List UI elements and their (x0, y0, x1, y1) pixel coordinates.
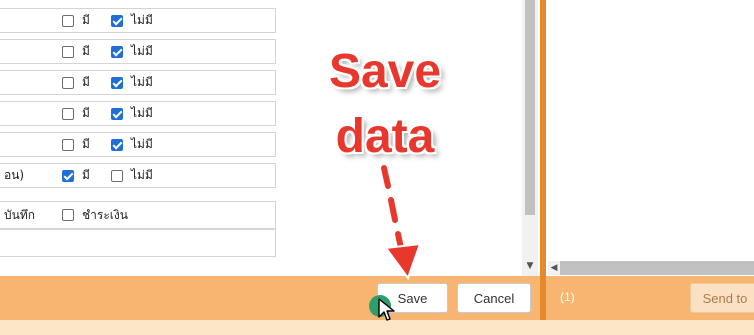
scroll-left-icon[interactable]: ◀ (548, 261, 560, 275)
checkbox-checked[interactable] (62, 169, 74, 182)
bottom-strip (0, 320, 754, 335)
footer-divider (540, 276, 546, 320)
option-no[interactable]: ไม่มี (111, 73, 153, 92)
option-no[interactable]: ไม่มี (111, 166, 153, 185)
checkbox[interactable] (62, 107, 74, 120)
send-to-button[interactable]: Send to (690, 283, 754, 313)
option-yes[interactable]: มี (62, 166, 90, 185)
option-yes[interactable]: มี (62, 135, 90, 154)
selected-count: (1) (560, 290, 575, 304)
option-no[interactable]: ไม่มี (111, 104, 153, 123)
option-no[interactable]: ไม่มี (111, 42, 153, 61)
list-item: อน) มี ไม่มี (0, 163, 276, 188)
list-item: มี ไม่มี (0, 132, 276, 157)
checkbox-checked[interactable] (111, 107, 123, 120)
checkbox[interactable] (62, 138, 74, 151)
checkbox[interactable] (62, 14, 74, 27)
checkbox[interactable] (62, 45, 74, 58)
option-no[interactable]: ไม่มี (111, 11, 153, 30)
payment-row: บันทึก ชำระเงิน (0, 201, 276, 229)
row-label: อน) (4, 168, 25, 182)
scrollbar-thumb[interactable] (525, 0, 535, 215)
horizontal-scrollbar[interactable] (560, 261, 754, 275)
option-yes[interactable]: มี (62, 73, 90, 92)
checkbox[interactable] (62, 76, 74, 89)
option-yes[interactable]: มี (62, 42, 90, 61)
option-payment[interactable]: ชำระเงิน (62, 206, 128, 225)
option-no[interactable]: ไม่มี (111, 135, 153, 154)
cancel-button[interactable]: Cancel (457, 283, 531, 313)
list-item: มี ไม่มี (0, 39, 276, 64)
checkbox-checked[interactable] (111, 138, 123, 151)
right-panel (546, 0, 754, 276)
option-yes[interactable]: มี (62, 11, 90, 30)
checkbox[interactable] (62, 209, 74, 221)
checkbox-checked[interactable] (111, 76, 123, 89)
annotation-data: data (335, 110, 435, 163)
arrow-down-icon (379, 163, 422, 281)
mouse-pointer-icon (378, 298, 395, 321)
annotation-save: Save (328, 45, 442, 98)
checkbox-checked[interactable] (111, 14, 123, 27)
scroll-down-icon[interactable]: ▼ (524, 260, 536, 272)
option-yes[interactable]: มี (62, 104, 90, 123)
list-item: มี ไม่มี (0, 101, 276, 126)
empty-field[interactable] (0, 229, 276, 257)
list-item: มี ไม่มี (0, 70, 276, 95)
row-label: บันทึก (4, 207, 35, 222)
checkbox-checked[interactable] (111, 45, 123, 58)
checkbox[interactable] (111, 169, 123, 182)
list-item: มี ไม่มี (0, 8, 276, 33)
